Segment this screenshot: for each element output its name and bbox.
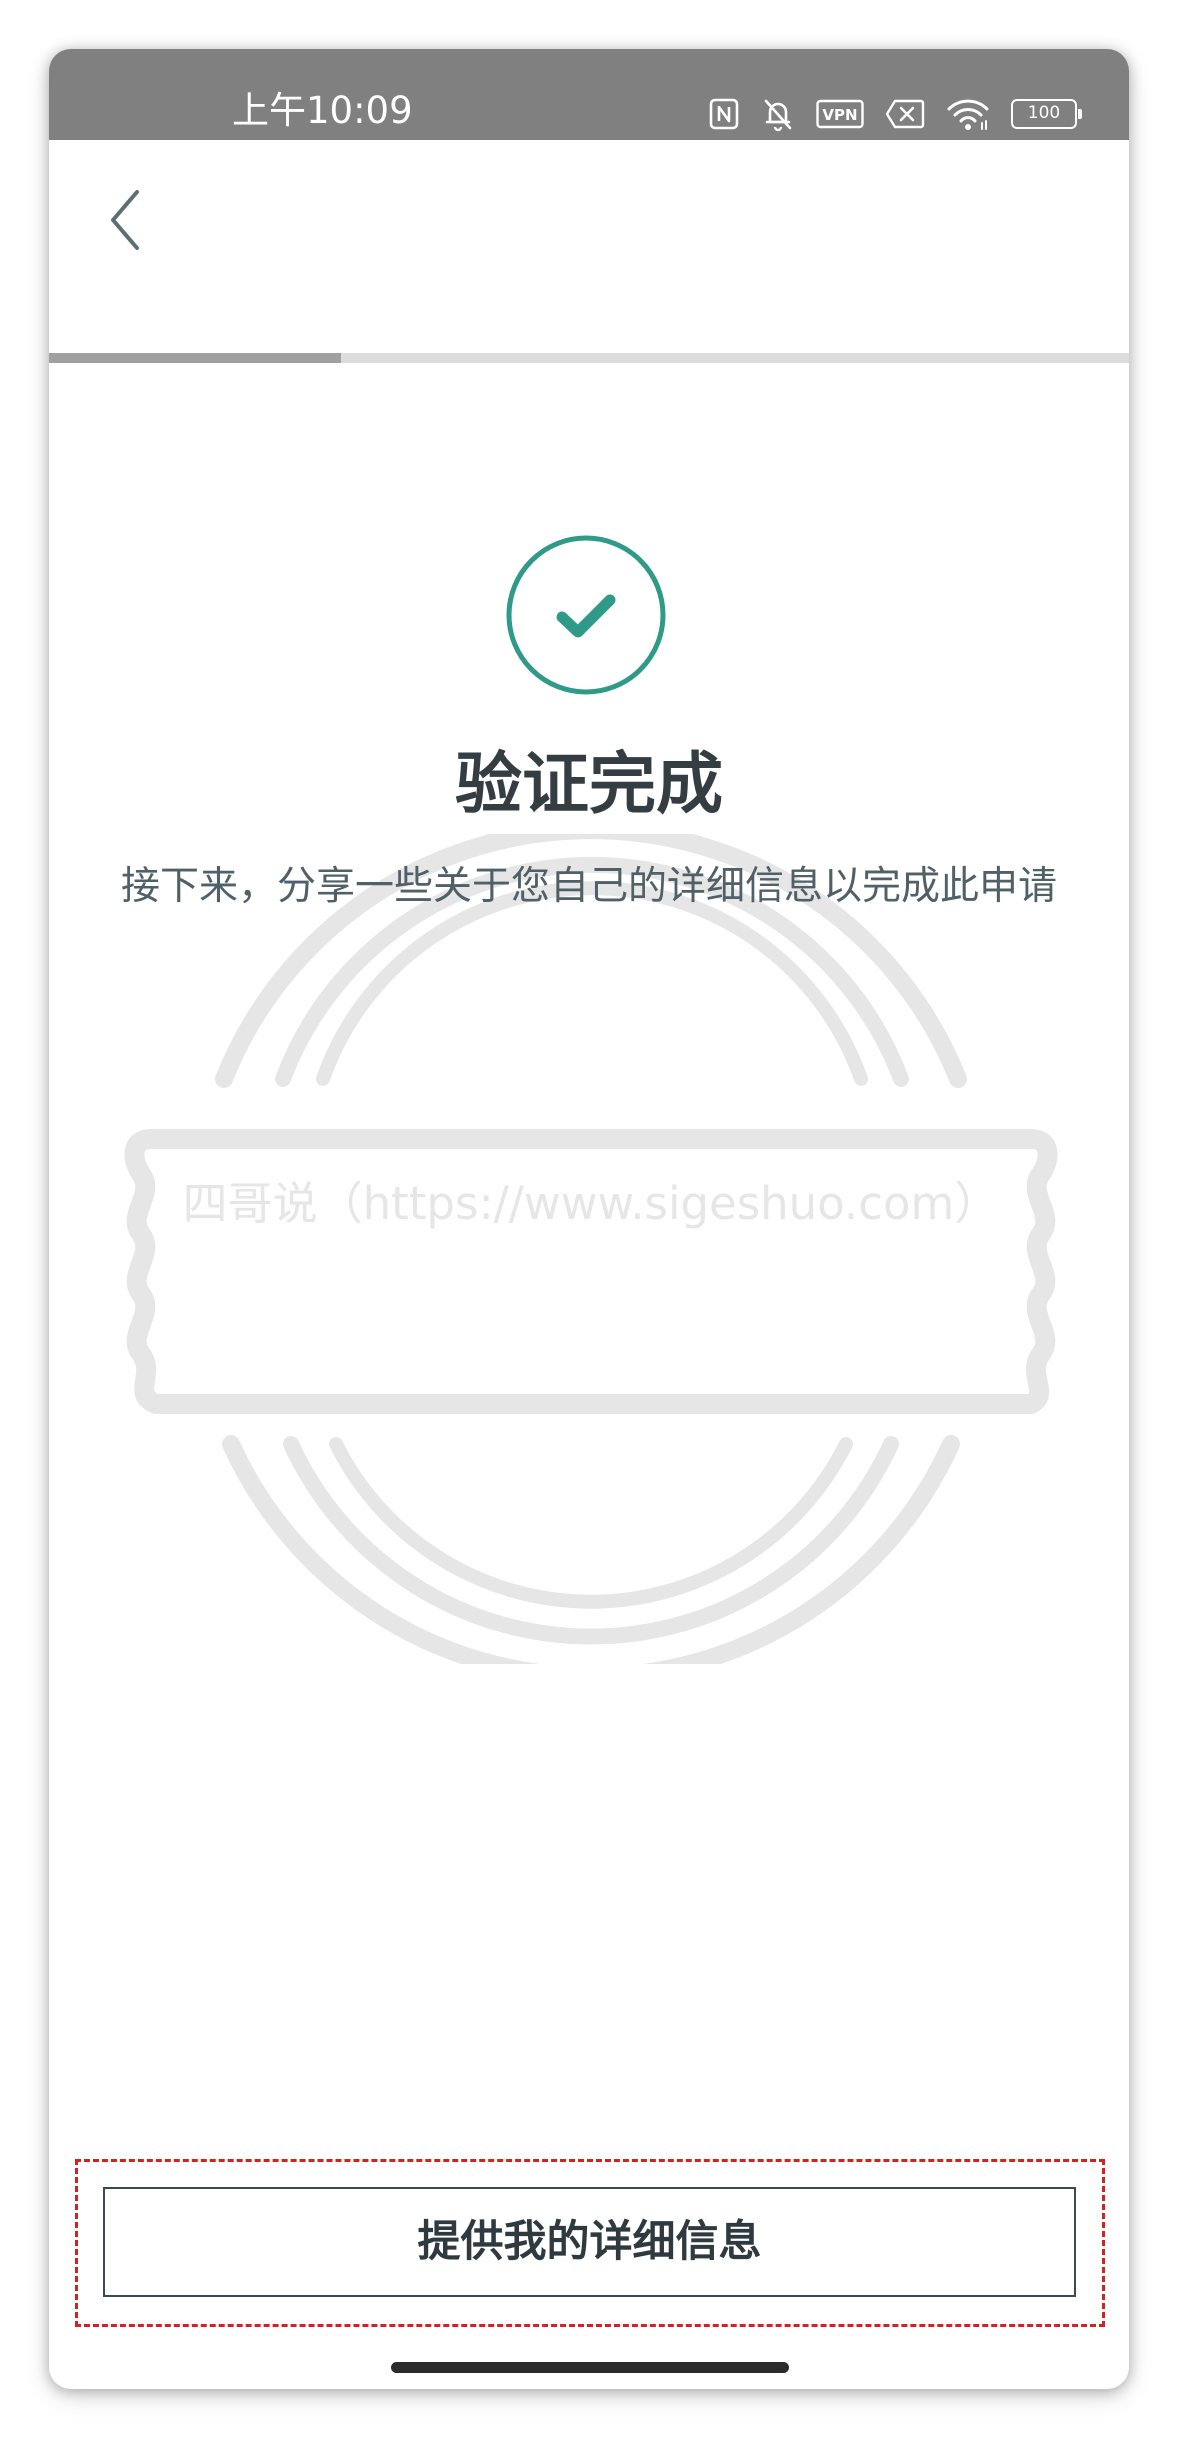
- progress-fill: [49, 353, 341, 363]
- status-bar: 上午10:09 VPN 100: [49, 49, 1129, 140]
- watermark-text: 四哥说（https://www.sigeshuo.com）: [182, 1177, 1000, 1230]
- check-circle-icon: [506, 535, 666, 695]
- vpn-icon: VPN: [816, 99, 864, 129]
- progress-bar: [49, 353, 1129, 363]
- phone-screen: 上午10:09 VPN 100 四哥说（https://www.sigeshuo…: [49, 49, 1129, 2389]
- wifi-icon: [946, 97, 990, 131]
- status-time: 上午10:09: [232, 89, 413, 132]
- status-icons: VPN 100: [708, 94, 1082, 134]
- page-subtitle: 接下来，分享一些关于您自己的详细信息以完成此申请: [120, 864, 1057, 909]
- nfc-icon: [708, 97, 740, 131]
- vpn-icon-label: VPN: [822, 106, 857, 124]
- battery-icon: 100: [1011, 99, 1082, 129]
- provide-details-button[interactable]: 提供我的详细信息: [103, 2187, 1076, 2297]
- chevron-left-icon: [111, 190, 139, 250]
- back-button[interactable]: [91, 180, 171, 260]
- app-header: [49, 140, 1129, 354]
- watermark-stamp-icon: [124, 834, 1058, 1664]
- bell-off-icon: [761, 96, 795, 132]
- sim-x-icon: [885, 99, 925, 129]
- page-title: 验证完成: [455, 745, 723, 823]
- home-indicator[interactable]: [391, 2362, 789, 2373]
- page: 上午10:09 VPN 100 四哥说（https://www.sigeshuo…: [0, 0, 1180, 2440]
- battery-level: 100: [1027, 103, 1061, 123]
